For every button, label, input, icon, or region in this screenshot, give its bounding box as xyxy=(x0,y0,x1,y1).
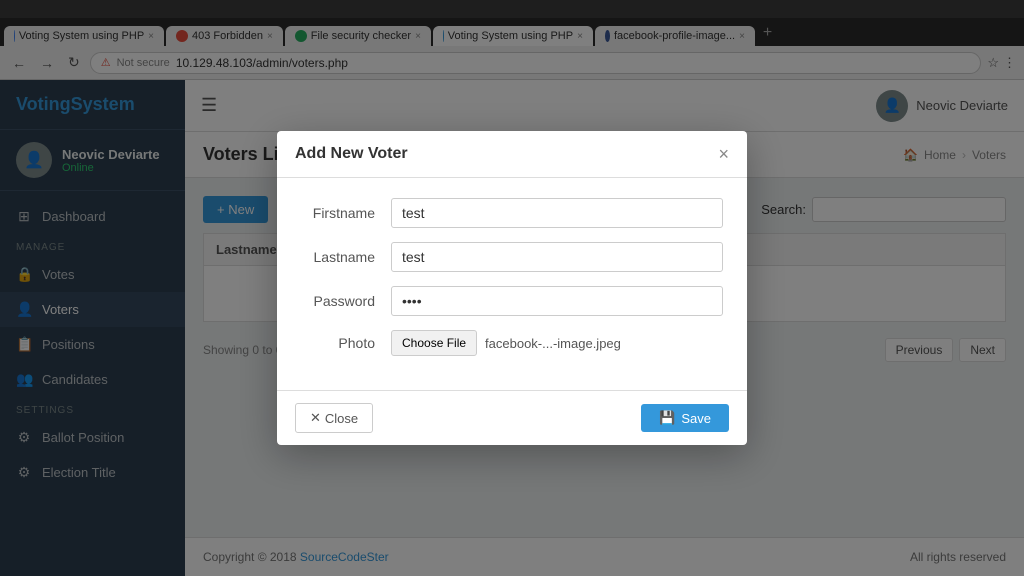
save-button[interactable]: 💾 Save xyxy=(641,404,729,432)
lastname-group: Lastname xyxy=(301,242,723,272)
password-group: Password xyxy=(301,286,723,316)
modal-body: Firstname Lastname Password Photo Choose… xyxy=(277,178,747,390)
modal-title: Add New Voter xyxy=(295,145,408,163)
modal-overlay: Add New Voter × Firstname Lastname Passw… xyxy=(0,0,1024,576)
password-label: Password xyxy=(301,293,391,309)
save-icon: 💾 xyxy=(659,410,675,426)
close-icon: ✕ xyxy=(310,410,321,426)
modal-header: Add New Voter × xyxy=(277,131,747,178)
lastname-input[interactable] xyxy=(391,242,723,272)
password-input[interactable] xyxy=(391,286,723,316)
firstname-label: Firstname xyxy=(301,205,391,221)
file-name-display: facebook-...-image.jpeg xyxy=(485,336,621,351)
photo-control: Choose File facebook-...-image.jpeg xyxy=(391,330,621,356)
add-voter-modal: Add New Voter × Firstname Lastname Passw… xyxy=(277,131,747,445)
lastname-label: Lastname xyxy=(301,249,391,265)
close-btn-label: Close xyxy=(325,411,358,426)
photo-group: Photo Choose File facebook-...-image.jpe… xyxy=(301,330,723,356)
firstname-input[interactable] xyxy=(391,198,723,228)
photo-label: Photo xyxy=(301,335,391,351)
modal-footer: ✕ Close 💾 Save xyxy=(277,390,747,445)
save-btn-label: Save xyxy=(681,411,711,426)
modal-close-button[interactable]: × xyxy=(718,145,729,163)
modal-close-btn[interactable]: ✕ Close xyxy=(295,403,373,433)
firstname-group: Firstname xyxy=(301,198,723,228)
choose-file-button[interactable]: Choose File xyxy=(391,330,477,356)
